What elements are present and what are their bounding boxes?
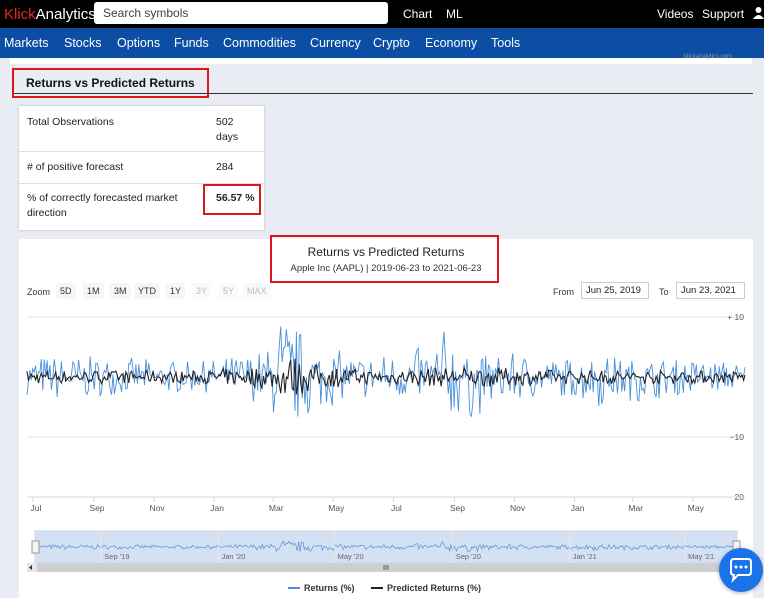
navigator-label: May '20 <box>338 552 364 561</box>
navigator-label: Jan '21 <box>573 552 597 561</box>
x-tick-label: Jul <box>391 503 402 513</box>
chat-bubble-icon <box>730 558 752 584</box>
returns-series-line <box>26 326 746 418</box>
navigator-label: Sep '19 <box>104 552 129 561</box>
x-tick-label: Mar <box>628 503 643 513</box>
y-tick-label: + 10 <box>727 312 744 322</box>
x-tick-label: Jan <box>210 503 224 513</box>
navigator-left-handle[interactable] <box>31 540 40 554</box>
x-axis-labels: Jul Sep Nov Jan Mar May Jul Sep Nov Jan Mar May <box>30 497 705 513</box>
legend-predicted-label[interactable]: Predicted Returns (%) <box>387 583 481 593</box>
legend-returns-label[interactable]: Returns (%) <box>304 583 355 593</box>
gridlines <box>27 316 745 498</box>
x-tick-label: Jul <box>30 503 41 513</box>
x-tick-label: Nov <box>510 503 526 513</box>
x-tick-label: Mar <box>269 503 284 513</box>
chat-button[interactable] <box>719 548 763 592</box>
x-tick-label: May <box>328 503 345 513</box>
navigator-label: Jan '20 <box>221 552 245 561</box>
y-axis-labels: + 10−10−20 <box>727 312 744 502</box>
x-tick-label: Nov <box>149 503 165 513</box>
y-tick-label: −10 <box>730 432 745 442</box>
x-tick-label: Sep <box>89 503 104 513</box>
x-tick-label: May <box>688 503 705 513</box>
returns-chart: + 10−10−20 Jul Sep Nov Jan Mar May Jul Sep Nov Ja… <box>26 312 746 593</box>
x-tick-label: Sep <box>450 503 465 513</box>
navigator-label: Sep '20 <box>456 552 481 561</box>
x-tick-label: Jan <box>571 503 585 513</box>
navigator-label: May '21 <box>688 552 714 561</box>
